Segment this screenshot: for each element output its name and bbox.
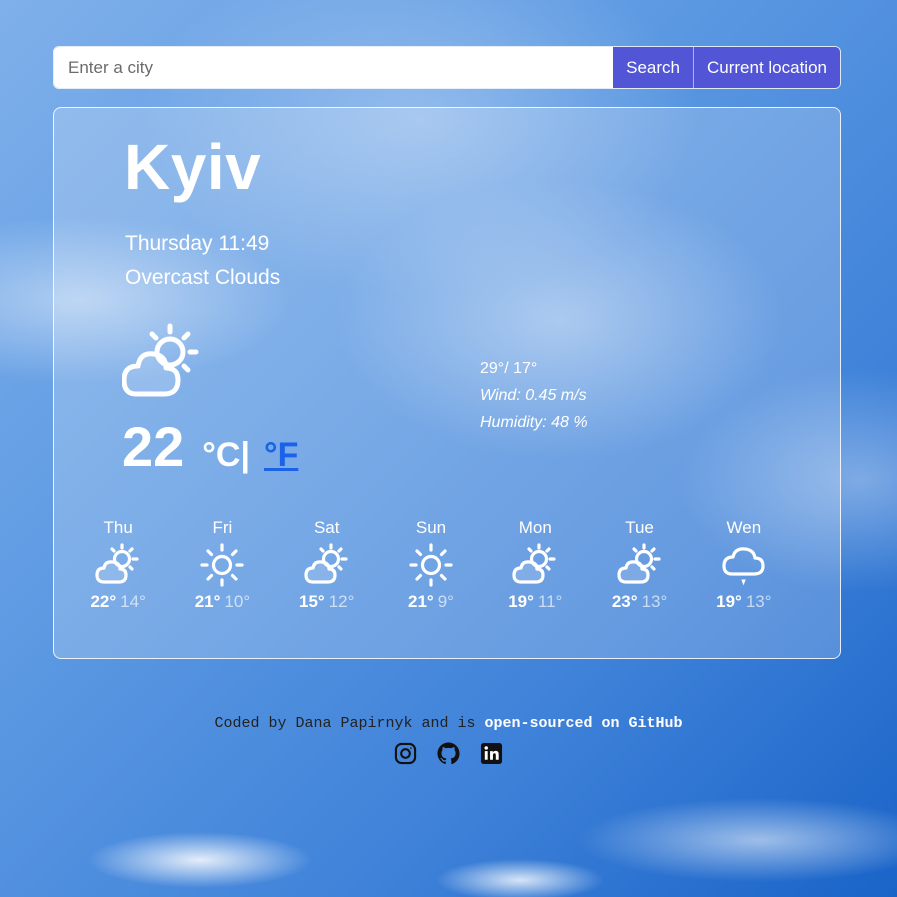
forecast-temps: 19° 11° bbox=[491, 592, 579, 612]
forecast-max: 15° bbox=[298, 592, 325, 611]
forecast-temps: 21° 9° bbox=[387, 592, 475, 612]
forecast-day: Sun 21° 9° bbox=[387, 518, 475, 612]
celsius-unit[interactable]: °C bbox=[202, 436, 240, 475]
date-time: Thursday 11:49 bbox=[125, 232, 270, 255]
current-temperature: 22 °C | °F bbox=[122, 414, 298, 479]
forecast-max: 21° bbox=[408, 592, 434, 611]
sun-icon bbox=[199, 542, 245, 588]
forecast-day-name: Fri bbox=[212, 518, 233, 537]
forecast-day: Wen 19° 13° bbox=[700, 518, 788, 612]
forecast-temps: 15° 12° bbox=[283, 592, 371, 612]
forecast-max: 19° bbox=[716, 592, 742, 611]
forecast-day: Sat 15° 12° bbox=[283, 518, 371, 612]
search-form: Search Current location bbox=[53, 46, 841, 89]
github-icon[interactable] bbox=[437, 742, 460, 765]
footer-text: Coded by Dana Papirnyk and is bbox=[214, 715, 485, 732]
weather-description: Overcast Clouds bbox=[125, 266, 281, 289]
partly-cloudy-icon bbox=[304, 542, 350, 588]
forecast-min: 13° bbox=[745, 592, 772, 611]
linkedin-icon[interactable] bbox=[480, 742, 503, 765]
partly-cloudy-icon bbox=[122, 323, 199, 397]
forecast-day-name: Mon bbox=[518, 518, 552, 537]
fahrenheit-link[interactable]: °F bbox=[264, 436, 298, 475]
forecast-max: 19° bbox=[508, 592, 534, 611]
high-low: 29°/ 17° bbox=[480, 360, 538, 377]
forecast-day: Tue 23° 13° bbox=[596, 518, 684, 612]
social-links bbox=[0, 742, 897, 765]
forecast-temps: 23° 13° bbox=[596, 592, 684, 612]
forecast-day: Mon 19° 11° bbox=[491, 518, 579, 612]
forecast-day-name: Thu bbox=[103, 518, 133, 537]
partly-cloudy-icon bbox=[95, 542, 141, 588]
footer: Coded by Dana Papirnyk and is open-sourc… bbox=[0, 715, 897, 732]
search-button[interactable]: Search bbox=[613, 47, 694, 88]
forecast-max: 21° bbox=[194, 592, 221, 611]
forecast-min: 10° bbox=[224, 592, 251, 611]
forecast-min: 13° bbox=[641, 592, 668, 611]
instagram-icon[interactable] bbox=[394, 742, 417, 765]
unit-separator: | bbox=[240, 436, 250, 474]
forecast-temps: 19° 13° bbox=[700, 592, 788, 612]
forecast-day-name: Sun bbox=[415, 518, 447, 537]
wind: Wind: 0.45 m/s bbox=[480, 387, 587, 404]
humidity: Humidity: 48 % bbox=[480, 414, 588, 431]
city-name: Kyiv bbox=[124, 131, 262, 203]
forecast-temps: 22° 14° bbox=[74, 592, 162, 612]
forecast-day-name: Sat bbox=[313, 518, 340, 537]
forecast-max: 23° bbox=[611, 592, 638, 611]
forecast-day: Fri 21° 10° bbox=[178, 518, 266, 612]
weather-card: Kyiv Thursday 11:49 Overcast Clouds 22 °… bbox=[53, 107, 841, 659]
forecast-min: 12° bbox=[328, 592, 355, 611]
current-location-button[interactable]: Current location bbox=[693, 47, 840, 88]
forecast-min: 11° bbox=[537, 592, 563, 611]
forecast-day-name: Tue bbox=[625, 518, 654, 537]
forecast-temps: 21° 10° bbox=[178, 592, 266, 612]
github-link[interactable]: open-sourced on GitHub bbox=[485, 715, 683, 732]
sun-icon bbox=[408, 542, 454, 588]
forecast-min: 14° bbox=[120, 592, 146, 611]
forecast: Thu 22° 14° Fri 21° 10° Sat 15° 12° Sun 21° 9° Mon 19… bbox=[90, 518, 832, 628]
forecast-day-name: Wen bbox=[726, 518, 762, 537]
forecast-max: 22° bbox=[90, 592, 117, 611]
rain-cloud-icon bbox=[721, 542, 767, 588]
weather-details: 29°/ 17° Wind: 0.45 m/s Humidity: 48 % bbox=[480, 355, 588, 436]
forecast-min: 9° bbox=[437, 592, 454, 611]
forecast-day: Thu 22° 14° bbox=[74, 518, 162, 612]
temperature-value: 22 bbox=[122, 415, 185, 478]
partly-cloudy-icon bbox=[512, 542, 558, 588]
city-search-input[interactable] bbox=[54, 47, 614, 88]
partly-cloudy-icon bbox=[616, 542, 663, 588]
